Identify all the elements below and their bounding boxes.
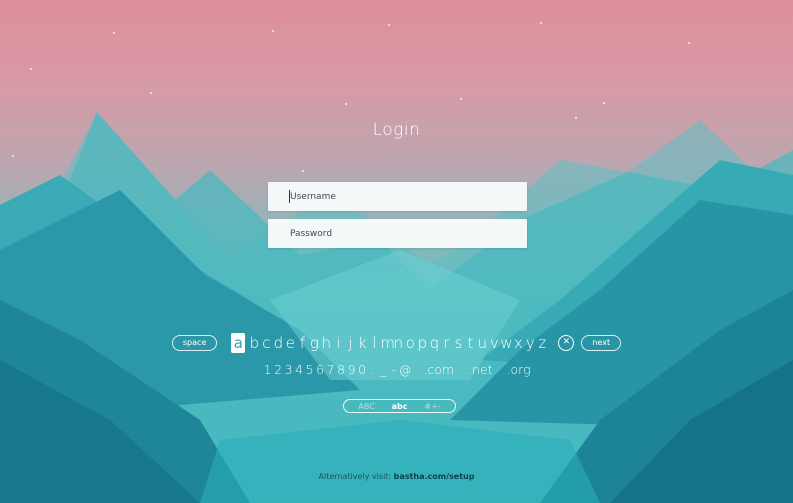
clear-icon[interactable]: ✕ bbox=[558, 335, 575, 351]
star bbox=[12, 155, 14, 157]
key-5[interactable]: 5 bbox=[304, 362, 315, 377]
key-a[interactable]: a bbox=[231, 333, 246, 353]
mode-lowercase[interactable]: abc bbox=[392, 402, 408, 411]
star bbox=[150, 92, 152, 94]
star bbox=[113, 32, 115, 34]
key-underscore[interactable]: _ bbox=[378, 362, 389, 377]
space-key[interactable]: space bbox=[171, 335, 218, 351]
key-n[interactable]: n bbox=[392, 334, 404, 352]
key-m[interactable]: m bbox=[380, 334, 395, 352]
key-p[interactable]: p bbox=[416, 334, 428, 352]
key-c[interactable]: c bbox=[260, 334, 272, 352]
star bbox=[540, 22, 542, 24]
key-6[interactable]: 6 bbox=[315, 362, 326, 377]
password-input[interactable] bbox=[268, 219, 527, 248]
key-y[interactable]: y bbox=[524, 334, 536, 352]
password-field[interactable] bbox=[268, 219, 527, 248]
key-dash[interactable]: - bbox=[388, 362, 399, 377]
keyboard-mode-switch: ABC abc #+- bbox=[343, 399, 456, 413]
star bbox=[603, 102, 605, 104]
star bbox=[302, 170, 304, 172]
key-w[interactable]: w bbox=[500, 334, 512, 352]
key-7[interactable]: 7 bbox=[325, 362, 336, 377]
key-dot-com[interactable]: .com bbox=[423, 362, 454, 377]
star bbox=[460, 98, 462, 100]
key-3[interactable]: 3 bbox=[283, 362, 294, 377]
key-j[interactable]: j bbox=[344, 334, 356, 352]
star bbox=[345, 103, 347, 105]
keyboard-letter-row: space a b c d e f g h i j k l m n o p q … bbox=[0, 333, 793, 353]
footer-prefix: Alternatively visit: bbox=[318, 472, 392, 481]
key-t[interactable]: t bbox=[464, 334, 476, 352]
key-dot[interactable]: . bbox=[367, 362, 378, 377]
key-d[interactable]: d bbox=[272, 334, 284, 352]
key-e[interactable]: e bbox=[284, 334, 296, 352]
key-r[interactable]: r bbox=[440, 334, 452, 352]
key-o[interactable]: o bbox=[404, 334, 416, 352]
key-x[interactable]: x bbox=[512, 334, 524, 352]
next-key[interactable]: next bbox=[581, 335, 622, 351]
key-2[interactable]: 2 bbox=[273, 362, 284, 377]
key-9[interactable]: 9 bbox=[346, 362, 357, 377]
key-b[interactable]: b bbox=[248, 334, 260, 352]
key-at[interactable]: @ bbox=[399, 362, 412, 377]
key-z[interactable]: z bbox=[536, 334, 548, 352]
key-1[interactable]: 1 bbox=[262, 362, 273, 377]
username-input[interactable] bbox=[268, 182, 527, 211]
key-u[interactable]: u bbox=[476, 334, 488, 352]
key-0[interactable]: 0 bbox=[357, 362, 368, 377]
star bbox=[688, 42, 690, 44]
key-f[interactable]: f bbox=[296, 334, 308, 352]
mode-symbols[interactable]: #+- bbox=[424, 402, 440, 411]
setup-link[interactable]: bastha.com/setup bbox=[394, 472, 475, 481]
key-v[interactable]: v bbox=[488, 334, 500, 352]
username-field[interactable] bbox=[268, 182, 527, 211]
key-s[interactable]: s bbox=[452, 334, 464, 352]
key-dot-org[interactable]: .org bbox=[507, 362, 531, 377]
key-l[interactable]: l bbox=[368, 334, 380, 352]
key-h[interactable]: h bbox=[320, 334, 332, 352]
key-q[interactable]: q bbox=[428, 334, 440, 352]
footer-note: Alternatively visit: bastha.com/setup bbox=[0, 472, 793, 481]
star bbox=[272, 30, 274, 32]
text-caret bbox=[289, 190, 290, 203]
login-screen: Login space a b c d e f g h i j k l m n … bbox=[0, 0, 793, 503]
key-4[interactable]: 4 bbox=[294, 362, 305, 377]
star bbox=[575, 117, 577, 119]
mountain-background bbox=[0, 112, 793, 503]
key-k[interactable]: k bbox=[356, 334, 368, 352]
star bbox=[388, 24, 390, 26]
keyboard-symbol-row: 1 2 3 4 5 6 7 8 9 0 . _ - @ .com .net .o… bbox=[0, 362, 793, 377]
key-dot-net[interactable]: .net bbox=[468, 362, 493, 377]
page-title: Login bbox=[372, 120, 421, 140]
key-8[interactable]: 8 bbox=[336, 362, 347, 377]
key-g[interactable]: g bbox=[308, 334, 320, 352]
mode-uppercase[interactable]: ABC bbox=[358, 402, 374, 411]
key-i[interactable]: i bbox=[332, 334, 344, 352]
star bbox=[30, 68, 32, 70]
